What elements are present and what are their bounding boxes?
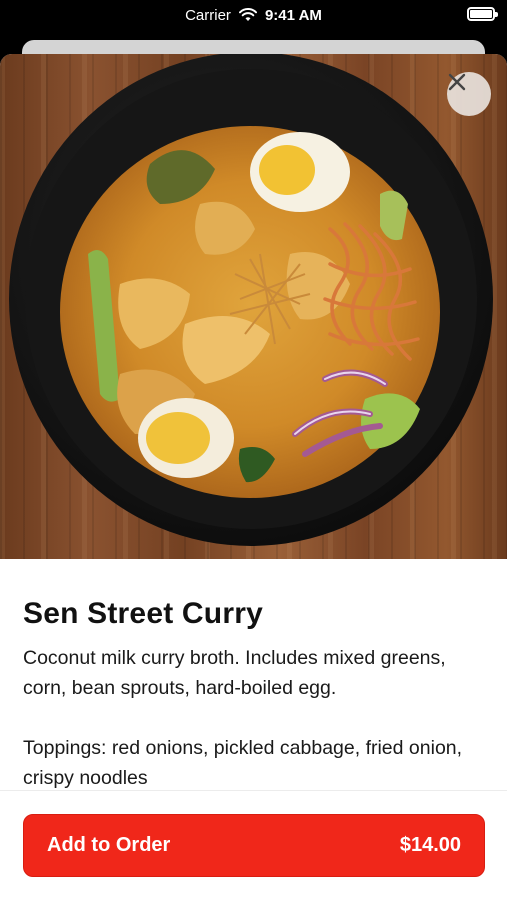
item-toppings: Toppings: red onions, pickled cabbage, f… [23,737,463,789]
carrier-label: Carrier [185,6,231,24]
close-button[interactable] [447,72,491,116]
status-center: Carrier 9:41 AM [185,7,322,24]
battery-icon [467,7,498,21]
item-title: Sen Street Curry [23,597,263,630]
item-description: Coconut milk curry broth. Includes mixed… [23,647,446,699]
item-photo [0,54,507,559]
battery-level [470,10,492,18]
clock: 9:41 AM [264,6,322,24]
order-footer: Add to Order $14.00 [0,790,507,900]
item-price: $14.00 [399,834,461,856]
item-detail-sheet: Sen Street Curry Coconut milk curry brot… [0,54,507,900]
item-info: Sen Street Curry Coconut milk curry brot… [0,559,507,793]
battery-tip [495,12,498,17]
add-to-order-button[interactable]: Add to Order $14.00 [23,814,485,877]
status-bar: Carrier 9:41 AM [0,0,507,30]
add-to-order-label: Add to Order [47,834,171,856]
curry-bowl-illustration [9,54,493,546]
close-icon [448,73,466,91]
wifi-icon [238,8,257,21]
